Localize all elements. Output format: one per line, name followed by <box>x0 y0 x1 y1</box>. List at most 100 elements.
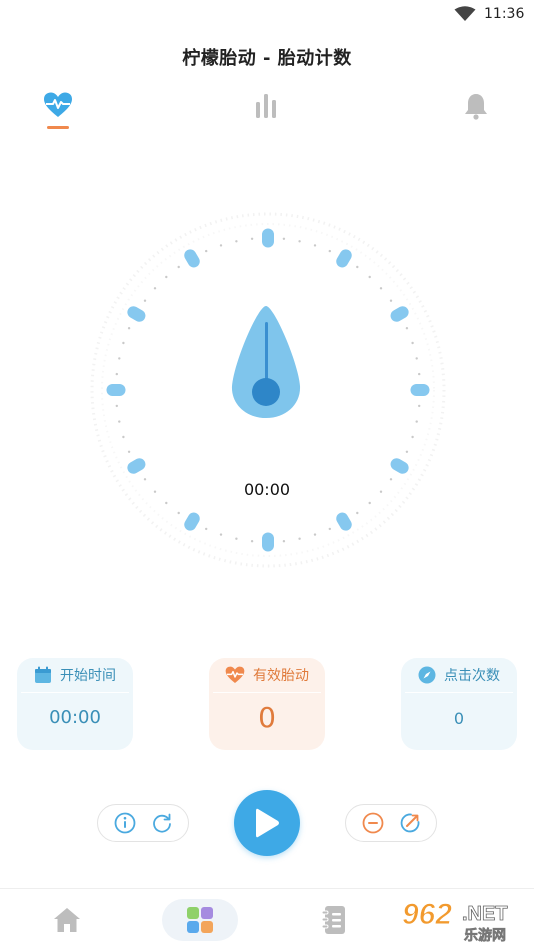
dial-tick <box>368 501 371 505</box>
start-time-label: 开始时间 <box>60 668 116 684</box>
watermark-suffix: .NET <box>462 903 508 925</box>
click-count-label: 点击次数 <box>444 668 500 684</box>
dial-hour-marker <box>410 384 430 396</box>
dial-hour-marker <box>262 228 274 248</box>
refresh-icon <box>152 813 171 833</box>
dial-hour-marker <box>336 249 352 268</box>
watermark-sub: 乐游网 <box>464 927 506 944</box>
dial-tick <box>177 511 180 515</box>
nav-home[interactable] <box>29 899 105 941</box>
status-bar: 11:36 <box>0 0 534 28</box>
dial-tick <box>282 237 286 240</box>
dial-tick <box>122 435 125 439</box>
dial-tick <box>356 511 359 515</box>
dial-tick <box>165 275 168 279</box>
start-time-card: 开始时间 00:00 <box>17 658 133 750</box>
bar-chart-icon <box>256 94 276 118</box>
dial-tick <box>205 527 208 531</box>
dial-tick <box>356 265 359 269</box>
dial-tick <box>411 435 414 439</box>
effective-movements-label: 有效胎动 <box>253 668 309 684</box>
dial-tick <box>250 237 254 240</box>
dial-tick <box>411 341 414 345</box>
refresh-button[interactable] <box>149 810 175 836</box>
dial-tick <box>118 357 121 360</box>
decrease-button[interactable] <box>360 810 386 836</box>
dial-tick <box>298 240 301 243</box>
dial-tick <box>328 249 331 253</box>
tab-statistics[interactable] <box>246 92 286 142</box>
dial-tick <box>205 249 208 253</box>
dial-tick <box>415 420 418 423</box>
dial-tick <box>313 244 317 247</box>
right-control-group <box>345 804 437 842</box>
notebook-icon <box>321 906 345 934</box>
effective-movements-card: 有效胎动 0 <box>209 658 325 750</box>
dial-hour-marker <box>390 306 409 322</box>
site-watermark: 962 .NET 乐游网 <box>402 898 508 945</box>
dial-tick <box>115 372 118 376</box>
info-icon <box>114 812 135 834</box>
dial-hour-marker <box>184 512 200 531</box>
counter-dial[interactable] <box>78 200 458 580</box>
tab-heartbeat[interactable] <box>38 92 78 142</box>
tab-reminders[interactable] <box>456 92 496 142</box>
dial-tick <box>143 299 147 302</box>
dial-tick <box>219 533 223 536</box>
dial-tick <box>127 450 131 453</box>
info-button[interactable] <box>112 810 138 836</box>
effective-movements-value: 0 <box>258 701 276 734</box>
wifi-icon <box>454 6 476 21</box>
dial-tick <box>405 327 409 330</box>
metronome-icon <box>231 306 301 418</box>
watermark-main: 962 <box>402 898 452 931</box>
dial-hour-marker <box>184 249 200 268</box>
dial-tick <box>379 287 383 290</box>
play-button[interactable] <box>234 790 300 856</box>
play-icon <box>256 808 279 838</box>
dial-tick <box>127 327 131 330</box>
home-icon <box>54 908 80 932</box>
apps-grid-icon <box>187 907 213 933</box>
nav-records[interactable] <box>296 899 372 941</box>
status-time: 11:36 <box>484 6 525 22</box>
dial-tick <box>298 537 301 540</box>
start-time-value: 00:00 <box>49 707 101 728</box>
dial-hour-marker <box>390 458 409 474</box>
dial-tick <box>219 244 223 247</box>
dial-hour-marker <box>262 532 274 552</box>
dial-tick <box>389 299 393 302</box>
dial-hour-marker <box>127 458 146 474</box>
heartbeat-icon <box>44 92 72 117</box>
dial-tick <box>250 540 254 543</box>
dial-tick <box>418 404 421 408</box>
edit-button[interactable] <box>397 810 423 836</box>
dial-tick <box>115 404 118 408</box>
calendar-icon <box>35 666 51 683</box>
elapsed-timer: 00:00 <box>243 480 291 499</box>
dial-tick <box>235 537 238 540</box>
dial-tick <box>153 287 157 290</box>
compass-icon <box>418 666 436 684</box>
tab-active-indicator <box>47 126 69 129</box>
dial-tick <box>313 533 317 536</box>
dial-tick <box>165 501 168 505</box>
dial-tick <box>282 540 286 543</box>
click-count-card: 点击次数 0 <box>401 658 517 750</box>
dial-tick <box>328 527 331 531</box>
dial-tick <box>177 265 180 269</box>
edit-icon <box>400 813 419 833</box>
dial-hour-marker <box>336 512 352 531</box>
left-control-group <box>97 804 189 842</box>
dial-tick <box>415 357 418 360</box>
dial-tick <box>235 240 238 243</box>
bell-icon <box>465 94 487 120</box>
dial-tick <box>405 450 409 453</box>
dial-tick <box>118 420 121 423</box>
dial-hour-marker <box>127 306 146 322</box>
minus-icon <box>362 812 383 834</box>
dial-tick <box>368 275 371 279</box>
dial-tick <box>122 341 125 345</box>
nav-apps[interactable] <box>162 899 238 941</box>
click-count-value: 0 <box>453 709 465 728</box>
